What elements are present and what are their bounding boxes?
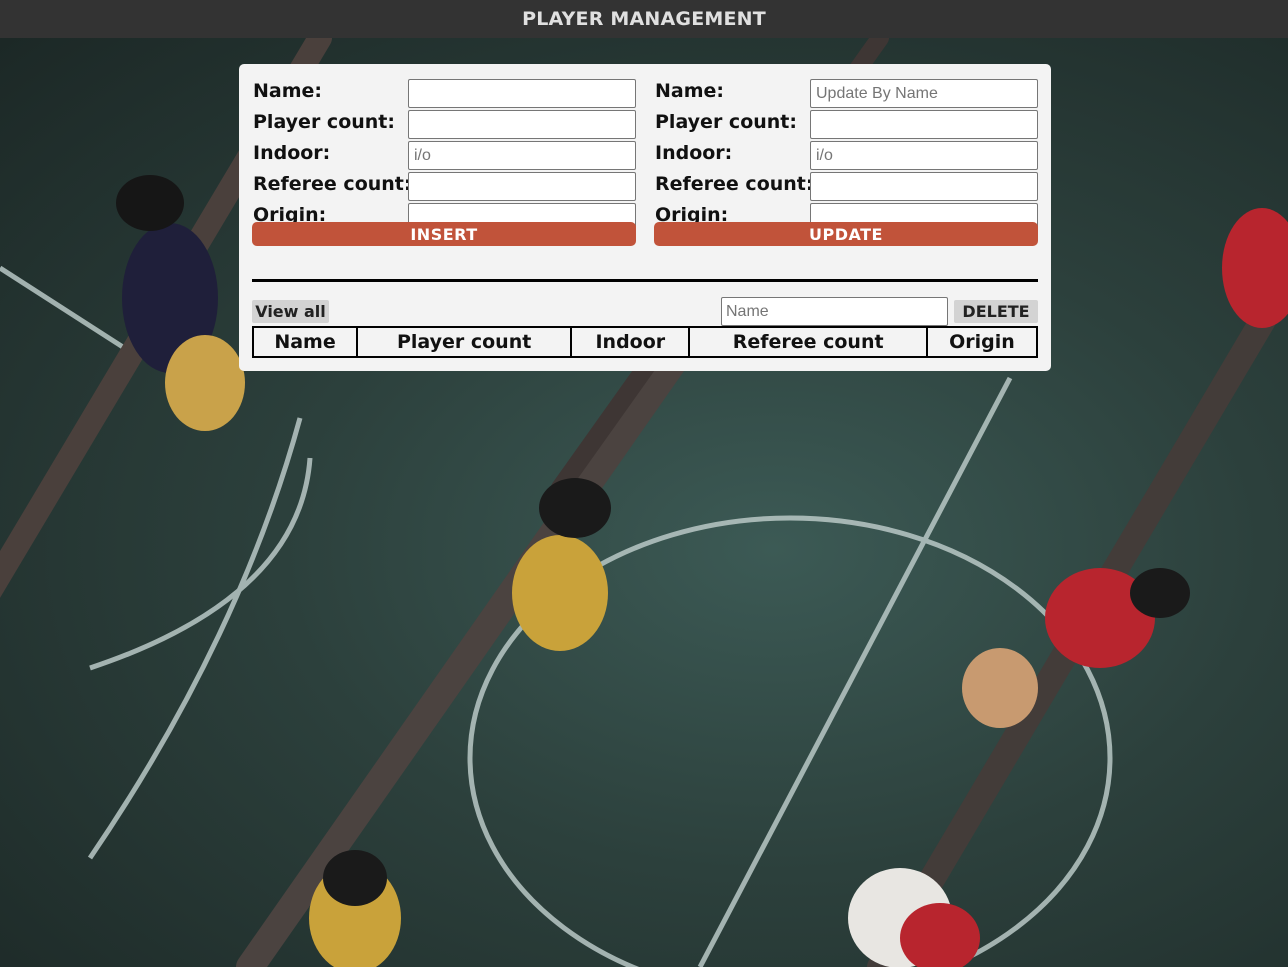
update-name-row: Name: (654, 78, 1038, 109)
player-management-panel: Name: Player count: Indoor: Referee coun… (239, 64, 1051, 371)
update-name-input[interactable] (810, 79, 1038, 108)
update-referee-count-row: Referee count: (654, 171, 1038, 202)
update-player-count-label: Player count: (655, 111, 797, 133)
insert-referee-count-input[interactable] (408, 172, 636, 201)
app-header: PLAYER MANAGEMENT (0, 0, 1288, 38)
insert-name-input[interactable] (408, 79, 636, 108)
update-button[interactable]: UPDATE (654, 222, 1038, 246)
players-table: Name Player count Indoor Referee count O… (251, 326, 1039, 358)
update-indoor-row: Indoor: (654, 140, 1038, 171)
update-name-label: Name: (655, 80, 725, 102)
insert-indoor-label: Indoor: (253, 142, 331, 164)
view-all-button[interactable]: View all (252, 300, 329, 323)
insert-indoor-row: Indoor: (252, 140, 636, 171)
column-header-name: Name (251, 326, 359, 358)
column-header-origin: Origin (925, 326, 1039, 358)
delete-name-input[interactable] (721, 297, 948, 326)
column-header-indoor: Indoor (570, 326, 691, 358)
insert-player-count-label: Player count: (253, 111, 395, 133)
insert-referee-count-label: Referee count: (253, 173, 412, 195)
update-player-count-row: Player count: (654, 109, 1038, 140)
players-table-header: Name Player count Indoor Referee count O… (251, 326, 1039, 358)
update-indoor-input[interactable] (810, 141, 1038, 170)
insert-player-count-input[interactable] (408, 110, 636, 139)
insert-name-label: Name: (253, 80, 323, 102)
table-header-row: Name Player count Indoor Referee count O… (251, 326, 1039, 358)
insert-name-row: Name: (252, 78, 636, 109)
insert-player-count-row: Player count: (252, 109, 636, 140)
delete-button[interactable]: DELETE (954, 300, 1038, 323)
update-indoor-label: Indoor: (655, 142, 733, 164)
column-header-referee-count: Referee count (688, 326, 928, 358)
column-header-player-count: Player count (356, 326, 573, 358)
insert-indoor-input[interactable] (408, 141, 636, 170)
insert-referee-count-row: Referee count: (252, 171, 636, 202)
update-player-count-input[interactable] (810, 110, 1038, 139)
section-divider (252, 279, 1038, 282)
insert-form: Name: Player count: Indoor: Referee coun… (252, 78, 636, 233)
update-form: Name: Player count: Indoor: Referee coun… (654, 78, 1038, 233)
insert-button[interactable]: INSERT (252, 222, 636, 246)
update-referee-count-label: Referee count: (655, 173, 814, 195)
update-referee-count-input[interactable] (810, 172, 1038, 201)
page-title: PLAYER MANAGEMENT (522, 8, 766, 30)
